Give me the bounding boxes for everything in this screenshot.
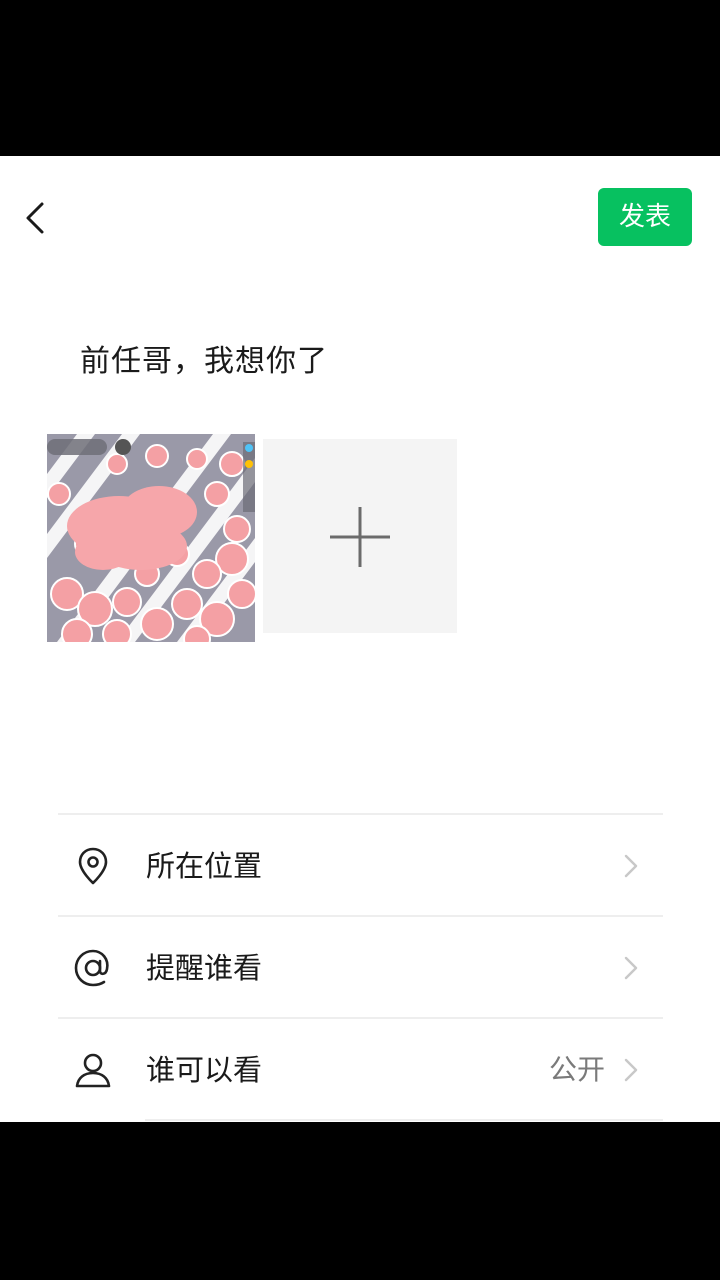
- chevron-right-icon: [624, 1058, 638, 1082]
- person-icon: [75, 1053, 111, 1088]
- visibility-label: 谁可以看: [146, 1053, 263, 1087]
- add-photo-button[interactable]: [263, 439, 457, 633]
- mention-label: 提醒谁看: [146, 951, 263, 985]
- chevron-left-icon: [26, 202, 44, 234]
- attached-photo[interactable]: [47, 434, 255, 642]
- location-row[interactable]: 所在位置: [58, 815, 663, 915]
- post-button[interactable]: 发表: [598, 188, 692, 246]
- at-sign-icon: [74, 949, 109, 987]
- row-divider: [145, 1119, 663, 1121]
- chevron-right-icon: [624, 854, 638, 878]
- chevron-right-icon: [624, 956, 638, 980]
- back-button[interactable]: [18, 196, 54, 240]
- caption-text[interactable]: 前任哥，我想你了: [80, 336, 328, 380]
- plus-icon: [330, 507, 390, 567]
- location-pin-icon: [78, 847, 108, 885]
- post-moment-screen: 发表 前任哥，我想你了 所在位置 提醒谁看 谁可以看 公开: [0, 156, 720, 1122]
- visibility-row[interactable]: 谁可以看 公开: [58, 1019, 663, 1119]
- mention-row[interactable]: 提醒谁看: [58, 917, 663, 1017]
- options-list: 所在位置 提醒谁看 谁可以看 公开: [58, 813, 663, 1121]
- photo-thumbnail: [47, 434, 255, 642]
- location-label: 所在位置: [146, 849, 263, 883]
- visibility-value: 公开: [548, 1053, 605, 1086]
